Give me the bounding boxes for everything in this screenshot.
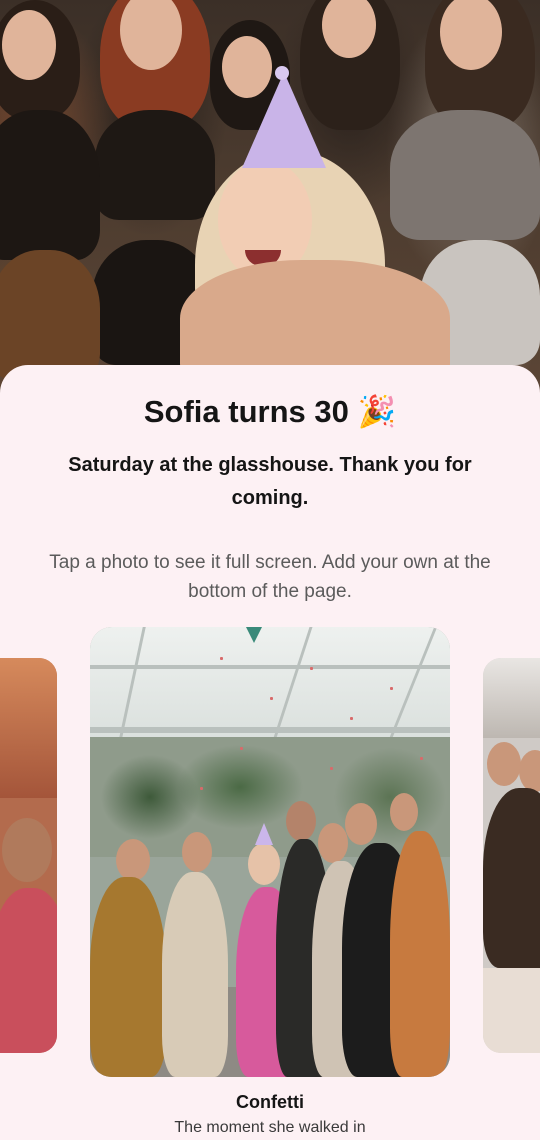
gallery-photo-previous[interactable]: [0, 658, 57, 1053]
guest-face: [286, 801, 316, 841]
party-hat-icon: [255, 823, 273, 845]
confetti-dot: [270, 697, 273, 700]
party-popper-icon: 🎉: [357, 394, 397, 429]
guest-face: [2, 818, 52, 882]
photo-backdrop: [483, 658, 540, 738]
confetti-dot: [350, 717, 353, 720]
birthday-girl-face: [248, 843, 280, 885]
confetti-dot: [240, 747, 243, 750]
page-title: Sofia turns 30 🎉: [0, 393, 540, 430]
event-subtitle: Saturday at the glasshouse. Thank you fo…: [68, 454, 472, 509]
guest-body: [0, 888, 57, 1053]
photo-backdrop: [0, 658, 57, 798]
guest-body: [0, 110, 100, 260]
confetti-dot: [200, 787, 203, 790]
guest-face: [345, 803, 377, 845]
gallery-hint: Tap a photo to see it full screen. Add y…: [49, 552, 491, 602]
guest-body: [0, 250, 100, 380]
party-hat-pom: [275, 66, 289, 80]
page-title-text: Sofia turns 30: [143, 394, 349, 429]
gallery-photo-current[interactable]: [90, 627, 450, 1077]
guest-face: [116, 839, 150, 881]
guest-body: [483, 788, 540, 968]
confetti-dot: [310, 667, 313, 670]
guest-body: [162, 872, 228, 1077]
party-hat-icon: [242, 72, 326, 168]
confetti-dot: [420, 757, 423, 760]
guest-body: [90, 877, 166, 1077]
photo-caption: The moment she walked in: [174, 1119, 366, 1136]
confetti-dot: [220, 657, 223, 660]
photo-title: Confetti: [236, 1092, 304, 1112]
guest-face: [487, 742, 521, 786]
guest-face: [318, 823, 348, 863]
guest-face: [2, 10, 56, 80]
roof-beam: [90, 665, 450, 669]
table-with-cake: [483, 968, 540, 1053]
bunting-flag: [246, 627, 262, 643]
guest-body: [95, 110, 215, 220]
gallery-photo-next[interactable]: [483, 658, 540, 1053]
confetti-dot: [390, 687, 393, 690]
guest-face: [519, 750, 540, 792]
hero-photo[interactable]: [0, 0, 540, 400]
guest-face: [182, 832, 212, 872]
guest-face: [390, 793, 418, 831]
guest-body: [390, 831, 450, 1077]
confetti-dot: [330, 767, 333, 770]
guest-body: [390, 110, 540, 240]
